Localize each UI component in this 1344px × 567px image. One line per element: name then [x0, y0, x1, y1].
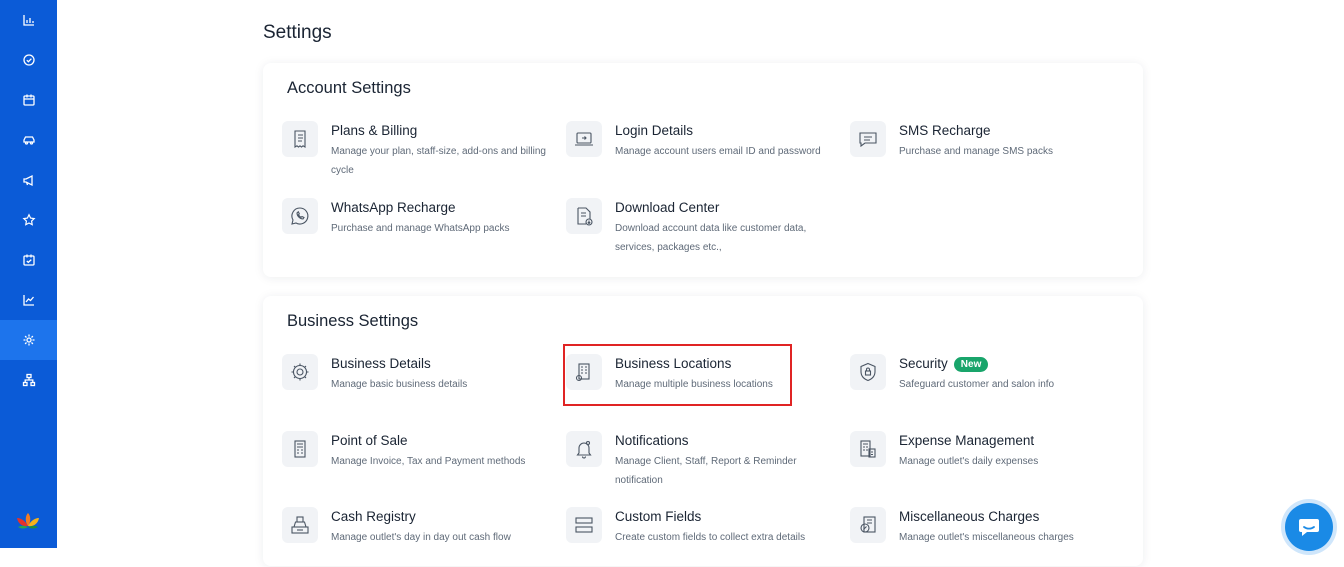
sidebar-item-services[interactable]	[0, 120, 57, 160]
bar-chart-icon	[22, 15, 34, 26]
login-details-item[interactable]: Login Details Manage account users email…	[566, 121, 836, 181]
check-circle-icon	[22, 54, 35, 66]
sidebar-item-reports[interactable]	[0, 280, 57, 320]
megaphone-icon	[22, 174, 33, 187]
business-settings-card: Business Settings Business Details Manag…	[263, 296, 1143, 566]
expense-management-item[interactable]: Expense Management Manage outlet's daily…	[850, 431, 1120, 491]
bell-icon	[566, 431, 602, 467]
whatsapp-icon	[282, 198, 318, 234]
sidebar-item-settings[interactable]	[0, 320, 57, 360]
lotus-logo	[17, 513, 39, 529]
shield-icon	[850, 354, 886, 390]
notifications-item[interactable]: Notifications Manage Client, Staff, Repo…	[566, 431, 836, 491]
account-settings-title: Account Settings	[287, 79, 411, 97]
business-details-item[interactable]: Business Details Manage basic business d…	[282, 354, 552, 414]
cash-register-icon	[282, 507, 318, 543]
account-settings-card: Account Settings Plans & Billing Manage …	[263, 63, 1143, 277]
document-download-icon	[566, 198, 602, 234]
security-item[interactable]: Security New Safeguard customer and salon…	[850, 354, 1120, 414]
calendar-icon	[22, 94, 35, 106]
sidebar-item-calendar[interactable]	[0, 80, 57, 120]
sidebar-item-analytics[interactable]	[0, 0, 57, 40]
sidebar-item-reviews[interactable]	[0, 200, 57, 240]
sidebar	[0, 0, 57, 548]
trend-icon	[22, 295, 34, 306]
sidebar-item-marketing[interactable]	[0, 160, 57, 200]
whatsapp-recharge-item[interactable]: WhatsApp Recharge Purchase and manage Wh…	[282, 198, 552, 258]
message-icon	[850, 121, 886, 157]
calendar-check-icon	[22, 254, 35, 266]
chat-icon	[1299, 519, 1319, 536]
custom-fields-item[interactable]: Custom Fields Create custom fields to co…	[566, 507, 836, 567]
page-title: Settings	[263, 22, 332, 43]
hierarchy-icon	[22, 373, 35, 387]
download-center-item[interactable]: Download Center Download account data li…	[566, 198, 836, 258]
sidebar-item-tasks[interactable]	[0, 40, 57, 80]
fields-icon	[566, 507, 602, 543]
new-badge: New	[953, 357, 989, 372]
receipt-icon	[282, 121, 318, 157]
sidebar-item-organization[interactable]	[0, 360, 57, 400]
plans-billing-item[interactable]: Plans & Billing Manage your plan, staff-…	[282, 121, 552, 181]
car-icon	[22, 136, 35, 145]
miscellaneous-charges-item[interactable]: Miscellaneous Charges Manage outlet's mi…	[850, 507, 1120, 567]
pos-receipt-icon	[282, 431, 318, 467]
charges-icon	[850, 507, 886, 543]
star-icon	[21, 213, 36, 226]
point-of-sale-item[interactable]: Point of Sale Manage Invoice, Tax and Pa…	[282, 431, 552, 491]
business-settings-title: Business Settings	[287, 312, 419, 330]
gear-settings-icon	[282, 354, 318, 390]
cash-registry-item[interactable]: Cash Registry Manage outlet's day in day…	[282, 507, 552, 567]
chat-button[interactable]	[1285, 503, 1333, 551]
highlight-box	[563, 344, 792, 406]
sidebar-item-appointments[interactable]	[0, 240, 57, 280]
calculator-icon	[850, 431, 886, 467]
gear-icon	[23, 334, 34, 346]
laptop-login-icon	[566, 121, 602, 157]
sms-recharge-item[interactable]: SMS Recharge Purchase and manage SMS pac…	[850, 121, 1120, 181]
